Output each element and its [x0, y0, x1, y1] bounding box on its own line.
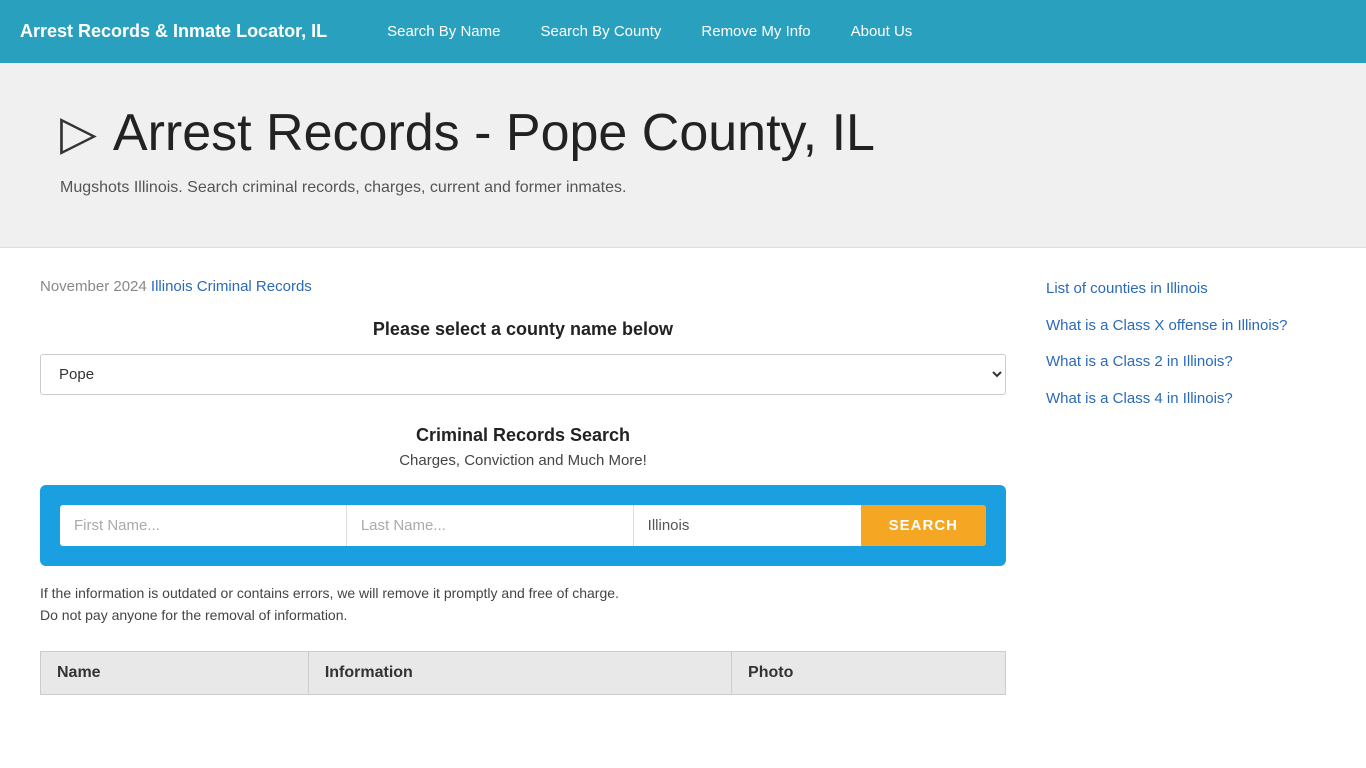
state-input[interactable] [634, 505, 861, 546]
criminal-records-link[interactable]: Illinois Criminal Records [151, 278, 312, 295]
date-text: November 2024 [40, 278, 147, 295]
last-name-input[interactable] [347, 505, 634, 546]
nav-brand: Arrest Records & Inmate Locator, IL [20, 21, 327, 42]
nav-link-search-by-name[interactable]: Search By Name [367, 0, 520, 63]
col-name: Name [41, 651, 309, 694]
county-section: Please select a county name below Pope A… [40, 319, 1006, 395]
content-area: November 2024 Illinois Criminal Records … [40, 278, 1006, 695]
page-title: ▷ Arrest Records - Pope County, IL [60, 103, 1306, 163]
nav-link-remove-my-info[interactable]: Remove My Info [681, 0, 830, 63]
county-select[interactable]: Pope Adams Alexander Bond Boone Brown Bu… [40, 354, 1006, 395]
main-wrapper: November 2024 Illinois Criminal Records … [0, 248, 1366, 725]
disclaimer-line1: If the information is outdated or contai… [40, 585, 619, 601]
table-header: Name Information Photo [41, 651, 1006, 694]
search-button[interactable]: SEARCH [861, 505, 986, 546]
col-information: Information [308, 651, 731, 694]
search-title: Criminal Records Search [40, 425, 1006, 446]
nav-link-about-us[interactable]: About Us [831, 0, 933, 63]
play-icon: ▷ [60, 105, 97, 161]
search-subtitle: Charges, Conviction and Much More! [40, 452, 1006, 469]
hero-subtitle: Mugshots Illinois. Search criminal recor… [60, 179, 1306, 197]
disclaimer-line2: Do not pay anyone for the removal of inf… [40, 607, 347, 623]
sidebar-link-class2[interactable]: What is a Class 2 in Illinois? [1046, 351, 1326, 374]
hero-section: ▷ Arrest Records - Pope County, IL Mugsh… [0, 63, 1366, 248]
search-box: SEARCH [40, 485, 1006, 566]
date-line: November 2024 Illinois Criminal Records [40, 278, 1006, 295]
nav-links: Search By Name Search By County Remove M… [367, 0, 932, 63]
results-table: Name Information Photo [40, 651, 1006, 695]
sidebar-link-classx[interactable]: What is a Class X offense in Illinois? [1046, 315, 1326, 338]
col-photo: Photo [732, 651, 1006, 694]
county-label: Please select a county name below [40, 319, 1006, 340]
page-title-text: Arrest Records - Pope County, IL [113, 103, 875, 163]
search-inputs-row: SEARCH [60, 505, 986, 546]
sidebar-link-counties[interactable]: List of counties in Illinois [1046, 278, 1326, 301]
disclaimer: If the information is outdated or contai… [40, 582, 1006, 627]
first-name-input[interactable] [60, 505, 347, 546]
sidebar-link-class4[interactable]: What is a Class 4 in Illinois? [1046, 388, 1326, 411]
sidebar: List of counties in Illinois What is a C… [1046, 278, 1326, 695]
table-header-row: Name Information Photo [41, 651, 1006, 694]
search-section: Criminal Records Search Charges, Convict… [40, 425, 1006, 469]
nav-link-search-by-county[interactable]: Search By County [520, 0, 681, 63]
navbar: Arrest Records & Inmate Locator, IL Sear… [0, 0, 1366, 63]
